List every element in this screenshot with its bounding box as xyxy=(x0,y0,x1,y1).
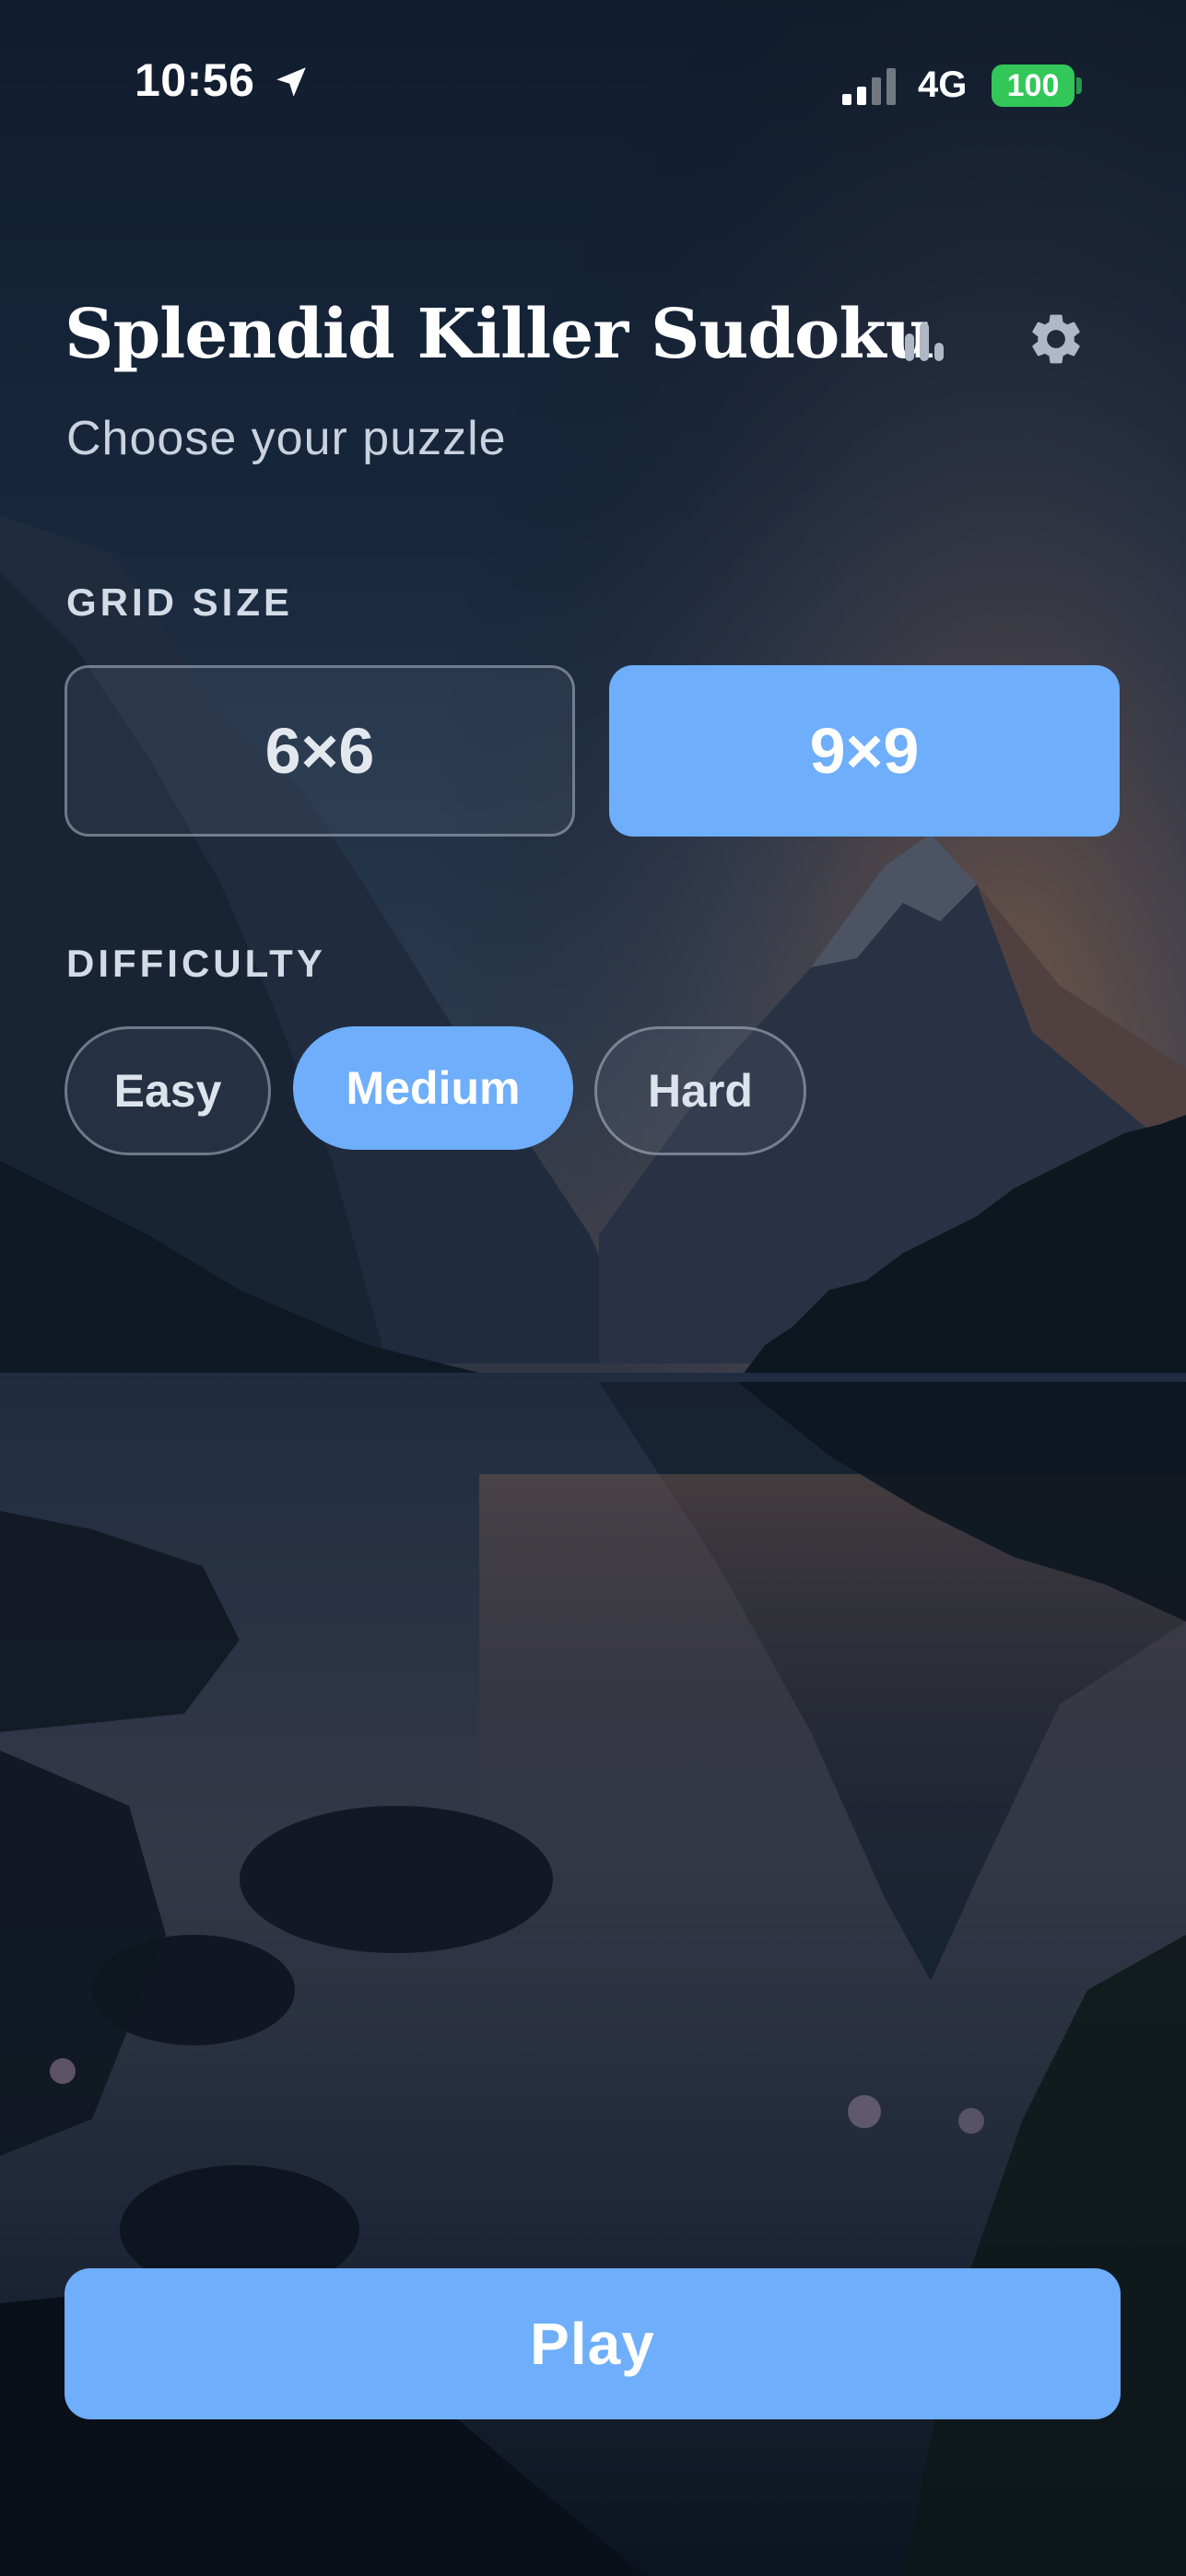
grid-size-9x9-button[interactable]: 9×9 xyxy=(609,665,1120,837)
mountain-lake-background xyxy=(0,0,1186,2576)
battery-level: 100 xyxy=(1006,67,1060,103)
location-arrow-icon xyxy=(276,67,306,97)
settings-button[interactable] xyxy=(1021,304,1091,374)
difficulty-label: DIFFICULTY xyxy=(66,942,326,985)
grid-size-9x9-label: 9×9 xyxy=(809,715,920,787)
difficulty-hard-button[interactable]: Hard xyxy=(594,1026,806,1155)
grid-size-label: GRID SIZE xyxy=(66,580,294,624)
stats-button[interactable] xyxy=(892,310,957,374)
difficulty-hard-label: Hard xyxy=(648,1065,753,1117)
play-button-label: Play xyxy=(530,2311,655,2377)
difficulty-easy-label: Easy xyxy=(113,1065,222,1117)
battery-tip xyxy=(1076,77,1082,94)
page-subtitle: Choose your puzzle xyxy=(66,412,507,465)
grid-size-6x6-label: 6×6 xyxy=(264,715,375,787)
difficulty-medium-button[interactable]: Medium xyxy=(293,1026,573,1150)
status-time: 10:56 xyxy=(135,54,255,106)
difficulty-medium-label: Medium xyxy=(346,1062,521,1114)
gear-icon xyxy=(1032,314,1080,364)
difficulty-easy-button[interactable]: Easy xyxy=(65,1026,271,1155)
battery-indicator: 100 xyxy=(992,64,1074,107)
app-screen: 10:56 4G 100 Splendid Killer Sudoku Choo… xyxy=(0,0,1186,2576)
bar-chart-icon xyxy=(905,322,944,361)
app-title: Splendid Killer Sudoku xyxy=(65,295,934,374)
cellular-signal-icon xyxy=(842,68,896,105)
play-button[interactable]: Play xyxy=(65,2268,1121,2419)
network-type: 4G xyxy=(918,64,968,105)
grid-size-6x6-button[interactable]: 6×6 xyxy=(65,665,575,837)
status-bar: 10:56 4G 100 xyxy=(0,0,1186,175)
